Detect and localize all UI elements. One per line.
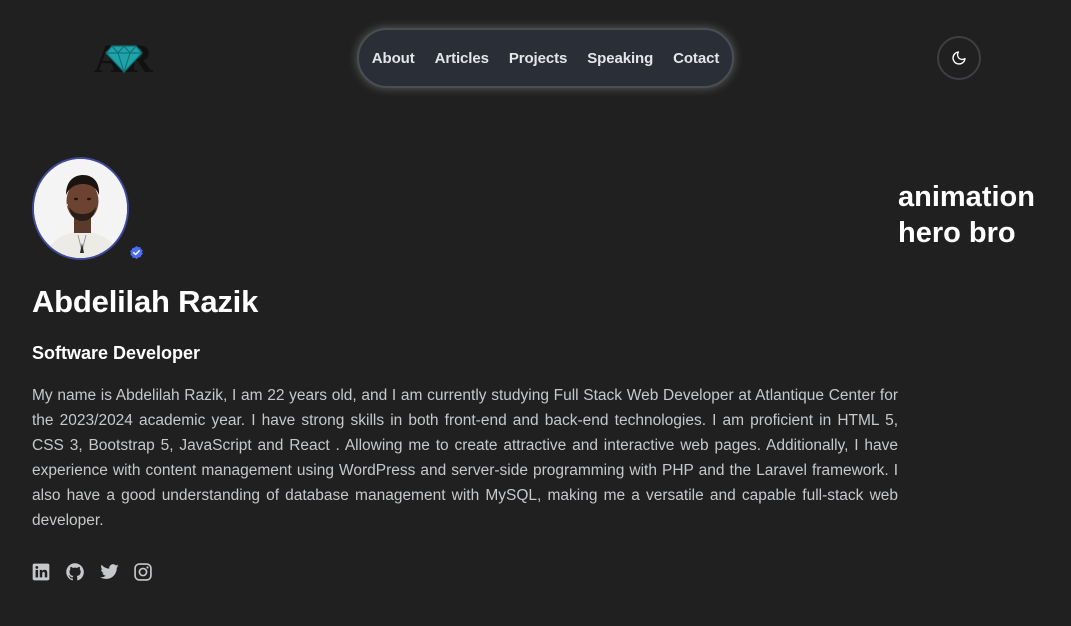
twitter-link[interactable] [99, 562, 119, 582]
hero-name: Abdelilah Razik [32, 284, 259, 319]
page: A R About Articles Projects Speaking Cot… [0, 0, 1071, 626]
hero-animation-placeholder: animation hero bro [898, 179, 1068, 251]
moon-icon [952, 51, 966, 65]
twitter-icon [100, 564, 119, 579]
hero-role: Software Developer [32, 343, 201, 363]
site-logo[interactable]: A R [92, 36, 156, 81]
instagram-link[interactable] [133, 562, 153, 582]
diamond-icon: A R [94, 36, 154, 81]
hero-animation-line: animation [898, 181, 1035, 213]
instagram-icon [134, 563, 152, 581]
main-nav: About Articles Projects Speaking Cotact [357, 28, 734, 88]
social-links [31, 562, 153, 582]
nav-link-about[interactable]: About [372, 50, 415, 67]
github-icon [66, 563, 84, 581]
hero-animation-line: hero bro [898, 217, 1016, 249]
nav-link-projects[interactable]: Projects [509, 50, 568, 67]
linkedin-link[interactable] [31, 562, 51, 582]
nav-link-articles[interactable]: Articles [435, 50, 489, 67]
avatar [32, 157, 129, 260]
github-link[interactable] [65, 562, 85, 582]
nav-link-speaking[interactable]: Speaking [587, 50, 653, 67]
verified-badge-icon [130, 245, 143, 260]
profile-photo [34, 159, 127, 258]
nav-link-contact[interactable]: Cotact [673, 50, 719, 67]
linkedin-icon [32, 563, 50, 581]
avatar-container [32, 157, 143, 263]
theme-toggle-button[interactable] [937, 36, 981, 80]
hero-bio: My name is Abdelilah Razik, I am 22 year… [32, 387, 898, 529]
